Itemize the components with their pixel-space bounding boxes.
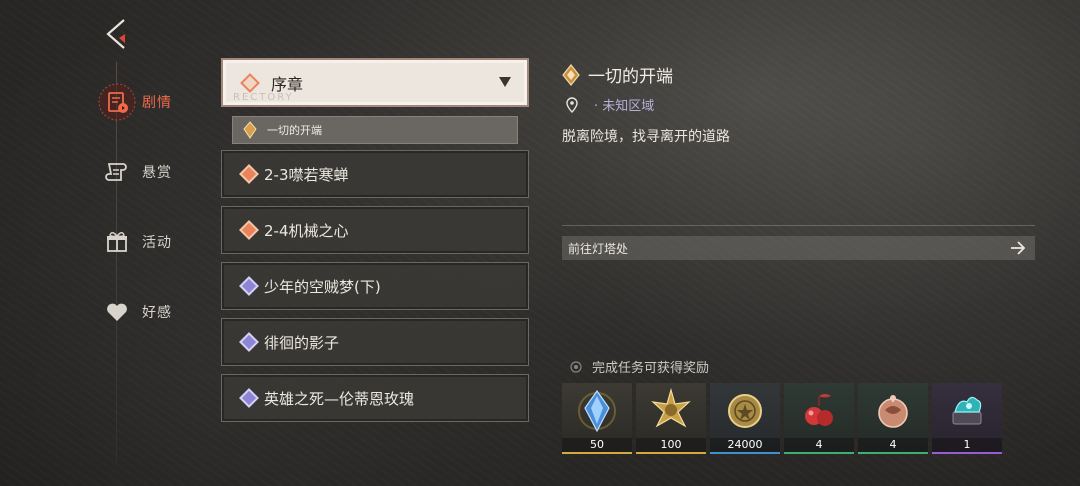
location-pin-icon [566, 96, 578, 113]
target-icon [570, 360, 582, 373]
goto-button[interactable]: 前往灯塔处 [562, 236, 1035, 260]
orange-diamond-icon [239, 220, 259, 240]
nav-item-story[interactable]: 剧情 [92, 82, 202, 122]
back-button[interactable] [100, 16, 134, 52]
quest-item[interactable]: 少年的空贼梦(下) [221, 262, 529, 310]
gold-coin-icon [710, 383, 780, 438]
reward-count: 50 [562, 438, 632, 452]
reward-item[interactable]: 50 [562, 383, 632, 454]
red-fruit-icon [784, 383, 854, 438]
blue-crystal-icon [562, 383, 632, 438]
goto-label: 前往灯塔处 [568, 241, 629, 256]
teal-gem-icon [932, 383, 1002, 438]
reward-item[interactable]: 4 [858, 383, 928, 454]
quest-item[interactable]: 2-4机械之心 [221, 206, 529, 254]
bronze-orb-icon [858, 383, 928, 438]
reward-item[interactable]: 1 [932, 383, 1002, 454]
quest-label: 少年的空贼梦(下) [264, 277, 381, 296]
reward-count: 1 [932, 438, 1002, 452]
reward-count: 24000 [710, 438, 780, 452]
quest-description: 脱离险境，找寻离开的道路 [562, 129, 730, 145]
location-text: · 未知区域 [594, 99, 655, 114]
reward-count: 100 [636, 438, 706, 452]
nav-label-bounty: 悬赏 [142, 165, 172, 181]
quest-gold-icon [562, 63, 580, 86]
rewards-list: 50 100 24000 4 4 1 [562, 383, 1002, 454]
reward-item[interactable]: 100 [636, 383, 706, 454]
purple-diamond-icon [239, 388, 259, 408]
chapter-dropdown[interactable]: 序章 RECTORY [221, 58, 529, 107]
quest-item[interactable]: 徘徊的影子 [221, 318, 529, 366]
quest-pin-icon [243, 121, 257, 139]
rewards-header: 完成任务可获得奖励 [570, 357, 709, 376]
dropdown-arrow-icon [499, 77, 511, 87]
sub-quest-selected[interactable]: 一切的开端 [232, 116, 518, 144]
reward-count: 4 [784, 438, 854, 452]
sub-quest-label: 一切的开端 [267, 124, 322, 137]
reward-item[interactable]: 4 [784, 383, 854, 454]
nav-item-event[interactable]: 活动 [92, 222, 202, 262]
detail-title-text: 一切的开端 [588, 67, 673, 87]
quest-detail-title: 一切的开端 [562, 62, 673, 87]
reward-item[interactable]: 24000 [710, 383, 780, 454]
rarity-bar [784, 452, 854, 454]
scroll-icon [92, 152, 142, 192]
chapter-marker-icon [240, 72, 260, 93]
nav-label-affinity: 好感 [142, 305, 172, 321]
nav-label-story: 剧情 [142, 95, 172, 111]
nav-rail-line [116, 62, 117, 462]
rarity-bar [562, 452, 632, 454]
quest-label: 徘徊的影子 [264, 333, 340, 352]
quest-label: 2-3噤若寒蝉 [264, 165, 349, 184]
gold-star-icon [636, 383, 706, 438]
story-icon [92, 82, 142, 122]
quest-label: 2-4机械之心 [264, 221, 349, 240]
rewards-title: 完成任务可获得奖励 [592, 361, 710, 376]
chapter-title: 序章 [271, 74, 304, 94]
rarity-bar [710, 452, 780, 454]
gift-icon [92, 222, 142, 262]
rarity-bar [636, 452, 706, 454]
purple-diamond-icon [239, 332, 259, 352]
nav-item-bounty[interactable]: 悬赏 [92, 152, 202, 192]
heart-icon [92, 292, 142, 332]
reward-count: 4 [858, 438, 928, 452]
nav-item-affinity[interactable]: 好感 [92, 292, 202, 332]
rarity-bar [858, 452, 928, 454]
nav-label-event: 活动 [142, 235, 172, 251]
purple-diamond-icon [239, 276, 259, 296]
quest-item[interactable]: 2-3噤若寒蝉 [221, 150, 529, 198]
quest-location: · 未知区域 [566, 95, 654, 114]
detail-divider [562, 225, 1035, 226]
chapter-watermark: RECTORY [233, 92, 294, 103]
arrow-right-icon [1011, 241, 1026, 255]
quest-item[interactable]: 英雄之死—伦蒂恩玫瑰 [221, 374, 529, 422]
quest-label: 英雄之死—伦蒂恩玫瑰 [264, 389, 415, 408]
rarity-bar [932, 452, 1002, 454]
back-arrow-icon [106, 19, 125, 49]
orange-diamond-icon [239, 164, 259, 184]
